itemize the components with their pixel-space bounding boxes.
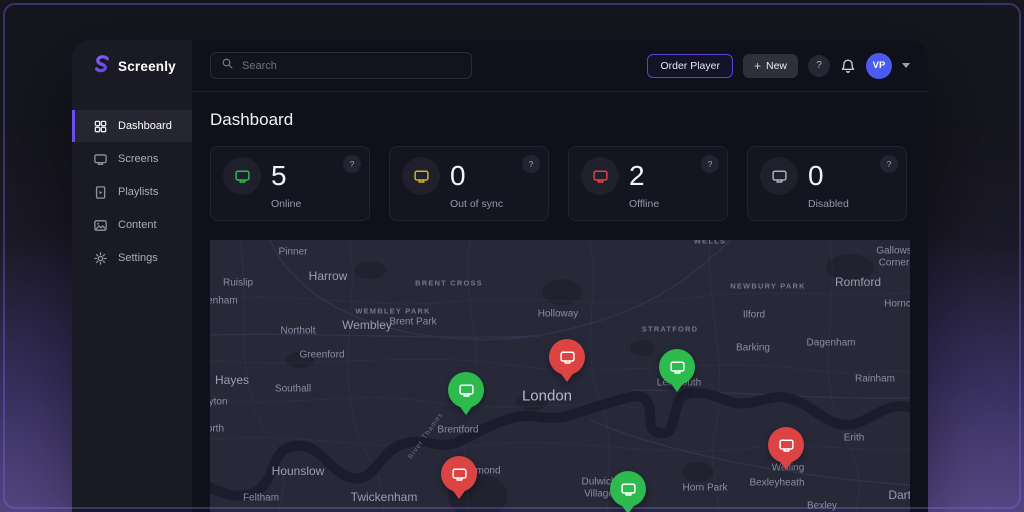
status-cards: 5 Online? 0 Out of sync? 2 Offline? 0 Disabled? bbox=[210, 146, 910, 221]
marker-screen-icon bbox=[441, 456, 477, 492]
chevron-down-icon[interactable] bbox=[902, 63, 910, 68]
status-card-online[interactable]: 5 Online? bbox=[210, 146, 370, 221]
screen-status-icon bbox=[402, 157, 440, 195]
dashboard-content: Dashboard 5 Online? 0 Out of sync? 2 Offline?… bbox=[192, 92, 928, 512]
sidebar-item-label: Content bbox=[118, 219, 157, 231]
status-card-disabled[interactable]: 0 Disabled? bbox=[747, 146, 907, 221]
grid-icon bbox=[93, 119, 108, 134]
marker-tail bbox=[778, 459, 794, 470]
user-avatar[interactable]: VP bbox=[866, 52, 892, 79]
screen-marker-online[interactable] bbox=[610, 471, 646, 512]
sidebar-nav: Dashboard Screens Playlists Content Settings bbox=[72, 110, 192, 275]
search-box[interactable] bbox=[210, 52, 472, 79]
card-label: Disabled bbox=[808, 198, 849, 210]
marker-tail bbox=[451, 488, 467, 499]
marker-screen-icon bbox=[659, 349, 695, 385]
screen-status-icon bbox=[760, 157, 798, 195]
marker-screen-icon bbox=[448, 372, 484, 408]
notifications-bell-icon[interactable] bbox=[840, 58, 856, 74]
screen-status-icon bbox=[223, 157, 261, 195]
new-button-label: New bbox=[765, 59, 787, 72]
card-help-button[interactable]: ? bbox=[701, 155, 719, 173]
card-help-button[interactable]: ? bbox=[522, 155, 540, 173]
sidebar-item-dashboard[interactable]: Dashboard bbox=[72, 110, 192, 142]
screens-map[interactable]: River Thames PinnerHarrowRuislipIckenham… bbox=[210, 240, 910, 512]
help-button[interactable]: ? bbox=[808, 54, 830, 77]
sidebar-item-label: Dashboard bbox=[118, 120, 172, 132]
marker-screen-icon bbox=[610, 471, 646, 507]
sidebar-item-label: Playlists bbox=[118, 186, 159, 198]
playlist-icon bbox=[93, 185, 108, 200]
page-title: Dashboard bbox=[210, 110, 294, 129]
screen-marker-offline[interactable] bbox=[441, 456, 477, 499]
screen-status-icon bbox=[581, 157, 619, 195]
sidebar-item-playlists[interactable]: Playlists bbox=[72, 176, 192, 208]
marker-tail bbox=[458, 404, 474, 415]
order-player-button[interactable]: Order Player bbox=[647, 53, 733, 78]
app-window: Screenly Dashboard Screens Playlists Conten… bbox=[72, 40, 928, 512]
marker-screen-icon bbox=[768, 427, 804, 463]
gear-icon bbox=[93, 251, 108, 266]
card-label: Online bbox=[271, 198, 302, 210]
brand-name: Screenly bbox=[118, 58, 176, 74]
screen-marker-offline[interactable] bbox=[768, 427, 804, 470]
card-label: Out of sync bbox=[450, 198, 504, 210]
sidebar-item-content[interactable]: Content bbox=[72, 209, 192, 241]
brand-header[interactable]: Screenly bbox=[72, 40, 192, 92]
search-input[interactable] bbox=[242, 59, 461, 72]
card-help-button[interactable]: ? bbox=[343, 155, 361, 173]
topbar: Order Player + New ? VP bbox=[192, 40, 928, 92]
marker-tail bbox=[669, 381, 685, 392]
image-icon bbox=[93, 218, 108, 233]
marker-tail bbox=[559, 371, 575, 382]
search-icon bbox=[221, 57, 234, 75]
screen-marker-online[interactable] bbox=[448, 372, 484, 415]
screenly-logo-icon bbox=[92, 54, 111, 78]
screen-marker-offline[interactable] bbox=[549, 339, 585, 382]
main-area: Order Player + New ? VP Dashboard 5Onlin… bbox=[192, 40, 928, 512]
screen-marker-online[interactable] bbox=[659, 349, 695, 392]
status-card-offline[interactable]: 2 Offline? bbox=[568, 146, 728, 221]
card-help-button[interactable]: ? bbox=[880, 155, 898, 173]
marker-screen-icon bbox=[549, 339, 585, 375]
sidebar-item-screens[interactable]: Screens bbox=[72, 143, 192, 175]
sidebar-item-label: Settings bbox=[118, 252, 158, 264]
sidebar-item-label: Screens bbox=[118, 153, 159, 165]
sidebar-item-settings[interactable]: Settings bbox=[72, 242, 192, 274]
status-card-out-of-sync[interactable]: 0 Out of sync? bbox=[389, 146, 549, 221]
sidebar: Screenly Dashboard Screens Playlists Conten… bbox=[72, 40, 192, 512]
monitor-icon bbox=[93, 152, 108, 167]
card-label: Offline bbox=[629, 198, 660, 210]
new-button[interactable]: + New bbox=[742, 53, 798, 78]
topbar-actions: Order Player + New ? VP bbox=[647, 52, 910, 79]
marker-tail bbox=[620, 503, 636, 512]
plus-icon: + bbox=[753, 58, 761, 73]
